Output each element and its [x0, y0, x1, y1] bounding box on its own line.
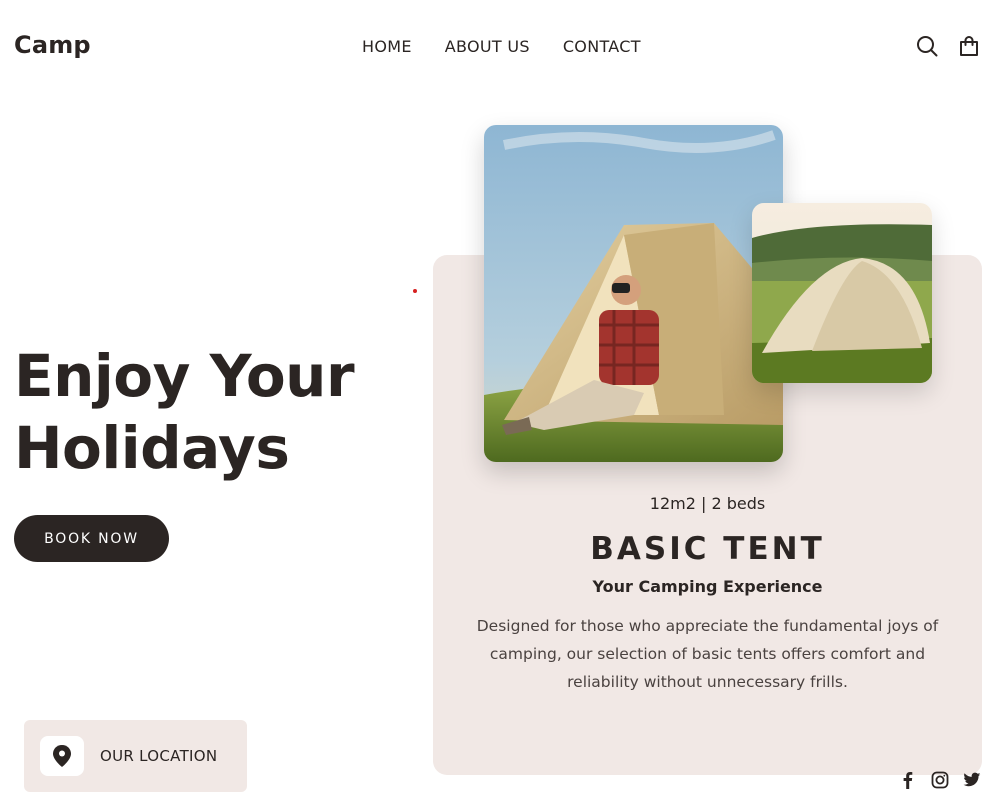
camper-in-tent-photo [484, 125, 783, 462]
location-button[interactable]: OUR LOCATION [24, 720, 247, 792]
nav-about-us[interactable]: ABOUT US [445, 37, 530, 56]
nav-contact[interactable]: CONTACT [563, 37, 641, 56]
social-links [899, 771, 981, 789]
hero-title: Enjoy Your Holidays [14, 340, 355, 484]
logo[interactable]: Camp [14, 31, 91, 59]
main-nav: HOME ABOUT US CONTACT [362, 37, 641, 56]
product-specs: 12m2 | 2 beds [649, 494, 766, 513]
hero-title-line-1: Enjoy Your [14, 342, 355, 410]
tent-in-meadow-photo [752, 203, 932, 383]
shopping-bag-icon[interactable] [957, 34, 981, 58]
book-now-button[interactable]: BOOK NOW [14, 515, 169, 562]
product-description: Designed for those who appreciate the fu… [476, 617, 939, 691]
decorative-dot [413, 289, 417, 293]
location-label: OUR LOCATION [100, 747, 218, 765]
instagram-icon[interactable] [931, 771, 949, 789]
product-subtitle: Your Camping Experience [592, 577, 823, 596]
twitter-icon[interactable] [963, 771, 981, 789]
hero-title-line-2: Holidays [14, 414, 290, 482]
nav-home[interactable]: HOME [362, 37, 412, 56]
header-actions [915, 34, 981, 58]
map-pin-icon [40, 736, 84, 776]
product-title: BASIC TENT [590, 531, 825, 567]
facebook-icon[interactable] [899, 771, 917, 789]
search-icon[interactable] [915, 34, 939, 58]
